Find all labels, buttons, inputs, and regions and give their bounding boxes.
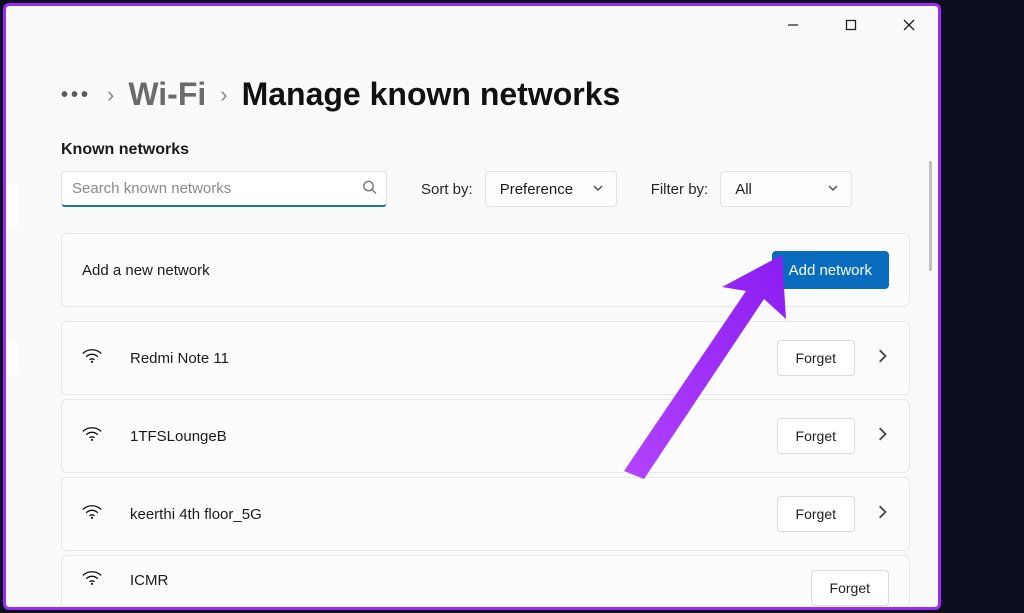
forget-button[interactable]: Forget	[777, 340, 855, 376]
filter-select[interactable]: All	[720, 171, 852, 207]
network-row[interactable]: ICMR Forget	[61, 555, 910, 607]
sort-label: Sort by:	[421, 181, 473, 198]
chevron-down-icon	[827, 181, 839, 198]
network-row[interactable]: Redmi Note 11 Forget	[61, 321, 910, 395]
wifi-icon	[82, 504, 102, 524]
left-gutter	[6, 184, 18, 228]
network-list: Add a new network Add network Redmi Note…	[61, 233, 910, 607]
minimize-button[interactable]	[764, 6, 822, 44]
network-name: Redmi Note 11	[130, 350, 229, 367]
chevron-right-icon: ›	[220, 82, 227, 108]
minimize-icon	[787, 19, 799, 31]
wifi-icon	[82, 348, 102, 368]
section-title: Known networks	[61, 141, 910, 159]
breadcrumb: ••• › Wi-Fi › Manage known networks	[61, 76, 910, 113]
filter-label: Filter by:	[651, 181, 709, 198]
chevron-right-icon[interactable]	[875, 427, 889, 445]
forget-button[interactable]: Forget	[811, 570, 889, 606]
breadcrumb-parent[interactable]: Wi-Fi	[128, 76, 206, 113]
sort-value: Preference	[500, 181, 573, 198]
wifi-icon	[82, 426, 102, 446]
search-icon	[362, 180, 377, 199]
breadcrumb-overflow-icon[interactable]: •••	[61, 84, 91, 107]
maximize-button[interactable]	[822, 6, 880, 44]
network-name: ICMR	[130, 572, 168, 589]
add-network-card: Add a new network Add network	[61, 233, 910, 307]
search-input[interactable]	[61, 171, 387, 207]
controls-row: Sort by: Preference Filter by: All	[61, 171, 910, 207]
titlebar	[764, 6, 938, 44]
network-row[interactable]: 1TFSLoungeB Forget	[61, 399, 910, 473]
add-network-label: Add a new network	[82, 262, 772, 279]
left-gutter	[6, 342, 18, 375]
chevron-right-icon[interactable]	[875, 505, 889, 523]
chevron-right-icon: ›	[107, 82, 114, 108]
sort-select[interactable]: Preference	[485, 171, 617, 207]
network-name: 1TFSLoungeB	[130, 428, 227, 445]
search-wrap	[61, 171, 387, 207]
add-network-button[interactable]: Add network	[772, 251, 889, 289]
wifi-icon	[82, 570, 102, 590]
filter-value: All	[735, 181, 752, 198]
page-content: ••• › Wi-Fi › Manage known networks Know…	[61, 76, 910, 607]
page-title: Manage known networks	[242, 76, 621, 113]
settings-window: ••• › Wi-Fi › Manage known networks Know…	[3, 3, 941, 610]
close-icon	[903, 19, 915, 31]
chevron-right-icon[interactable]	[875, 349, 889, 367]
network-row[interactable]: keerthi 4th floor_5G Forget	[61, 477, 910, 551]
chevron-down-icon	[592, 181, 604, 198]
network-name: keerthi 4th floor_5G	[130, 506, 262, 523]
forget-button[interactable]: Forget	[777, 418, 855, 454]
forget-button[interactable]: Forget	[777, 496, 855, 532]
close-button[interactable]	[880, 6, 938, 44]
scrollbar[interactable]	[929, 161, 932, 271]
maximize-icon	[845, 19, 857, 31]
